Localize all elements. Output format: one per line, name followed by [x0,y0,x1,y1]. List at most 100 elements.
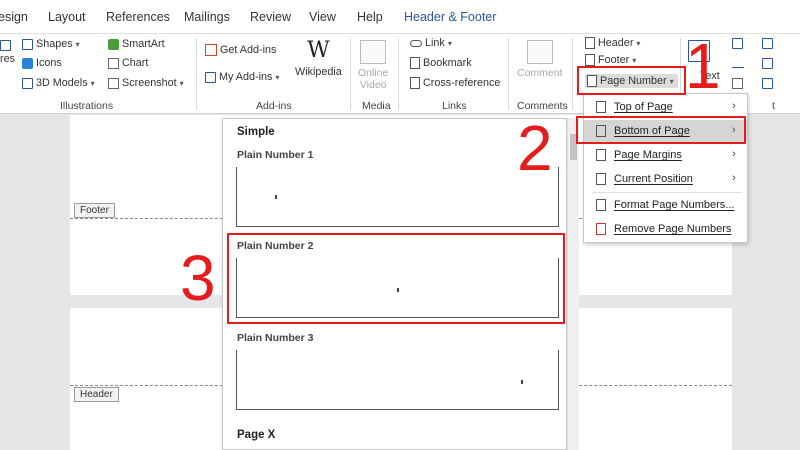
group-divider [508,38,509,110]
chevron-down-icon: ▾ [275,72,280,82]
chart-label: Chart [122,57,149,69]
3d-models-label: 3D Models [36,77,88,89]
comment-label: Comment [517,67,563,79]
link-icon [410,39,422,47]
format-icon [596,199,606,211]
footer-label: Footer [598,54,630,66]
get-addins-button[interactable]: Get Add-ins [205,44,276,56]
gallery-scrollbar[interactable] [567,118,579,450]
annotation-box-2 [576,116,746,144]
store-icon [205,44,217,56]
pictures-icon [0,40,11,51]
video-icon [360,40,387,64]
menu-item-format-page-numbers[interactable]: Format Page Numbers... [584,194,747,216]
comment-icon [526,40,553,64]
header-icon [585,37,595,49]
bookmark-icon [410,57,420,69]
comment-button[interactable]: Comment [517,40,563,79]
gallery-section-simple: Simple [237,126,275,138]
page-top-icon [596,101,606,113]
my-addins-button[interactable]: My Add-ins ▾ [205,71,279,83]
cross-reference-button[interactable]: Cross-reference [410,77,500,89]
tab-mailings[interactable]: Mailings [184,10,230,24]
current-position-icon [596,173,606,185]
chevron-down-icon: ▾ [90,78,95,88]
icons-button[interactable]: Icons [22,57,62,69]
group-label-addins: Add-ins [256,100,292,112]
icons-label: Icons [36,57,62,69]
menu-item-current-position[interactable]: Current Position › [584,168,747,190]
menu-item-page-margins[interactable]: Page Margins › [584,144,747,166]
screenshot-button[interactable]: Screenshot ▾ [108,77,184,89]
annotation-number-1: 1 [685,30,721,102]
tab-references[interactable]: References [106,10,170,24]
cube-icon [22,77,33,89]
header-button[interactable]: Header ▾ [585,37,640,49]
quick-parts-icon[interactable] [732,38,743,49]
wordart-icon[interactable] [732,78,743,89]
bookmark-label: Bookmark [423,57,472,69]
group-label-links: Links [442,100,467,112]
addins-icon [205,71,216,83]
pictures-label: ures [0,53,16,65]
chevron-down-icon: ▾ [632,55,637,65]
plain-number-3-option[interactable] [236,350,559,410]
menu-item-label: Format Page Numbers... [614,199,735,211]
smartart-button[interactable]: SmartArt [108,38,165,50]
tab-review[interactable]: Review [250,10,291,24]
footer-icon [585,54,595,66]
footer-button[interactable]: Footer ▾ [585,54,636,66]
chevron-right-icon: › [732,172,736,184]
chevron-right-icon: › [732,148,736,160]
my-addins-label: My Add-ins [219,71,273,83]
online-video-label-1: Online [358,67,389,79]
date-time-icon[interactable] [762,38,773,49]
annotation-number-2: 2 [517,112,553,184]
menu-item-top-of-page[interactable]: Top of Page › [584,96,747,118]
chart-button[interactable]: Chart [108,57,148,69]
chevron-right-icon: › [732,100,736,112]
group-label-comments: Comments [517,100,568,112]
menu-item-label: Remove Page Numbers [614,223,732,235]
tab-layout[interactable]: Layout [48,10,86,24]
annotation-box-3 [227,233,565,324]
bookmark-button[interactable]: Bookmark [410,57,472,69]
menu-item-remove-page-numbers[interactable]: Remove Page Numbers [584,218,747,240]
link-label: Link [425,37,445,49]
plain-number-1-option[interactable] [236,167,559,227]
ribbon-tabs: esign Layout References Mailings Review … [0,0,800,34]
3d-models-button[interactable]: 3D Models ▾ [22,77,95,89]
pictures-button[interactable]: ures [0,40,15,65]
chevron-down-icon: ▾ [179,78,184,88]
chevron-down-icon: ▾ [447,38,452,48]
chevron-down-icon: ▾ [636,38,641,48]
get-addins-label: Get Add-ins [220,44,277,56]
tab-help[interactable]: Help [357,10,383,24]
tab-design[interactable]: esign [0,10,28,24]
page-number-marker [275,195,277,199]
drop-cap-icon[interactable] [762,78,773,89]
group-divider [572,38,573,110]
cross-reference-icon [410,77,420,89]
smartart-label: SmartArt [122,38,165,50]
gallery-item-label: Plain Number 3 [237,332,314,344]
tab-header-footer[interactable]: Header & Footer [404,10,496,24]
shapes-label: Shapes [36,38,73,50]
header-tag: Header [74,387,119,402]
link-button[interactable]: Link ▾ [410,37,452,49]
tab-view[interactable]: View [309,10,336,24]
group-label-media: Media [362,100,391,112]
online-video-button[interactable]: Online Video [358,40,388,91]
screenshot-icon [108,77,119,89]
group-divider [398,38,399,110]
chevron-down-icon: ▾ [75,39,80,49]
shapes-button[interactable]: Shapes ▾ [22,38,80,50]
menu-divider [592,192,742,193]
chart-icon [108,57,119,69]
gallery-section-page-x: Page X [237,429,276,441]
menu-item-label: Page Margins [614,149,682,161]
online-video-label-2: Video [359,79,387,91]
signature-icon[interactable] [732,58,744,68]
wikipedia-button[interactable]: W Wikipedia [295,40,342,79]
object-icon[interactable] [762,58,773,69]
